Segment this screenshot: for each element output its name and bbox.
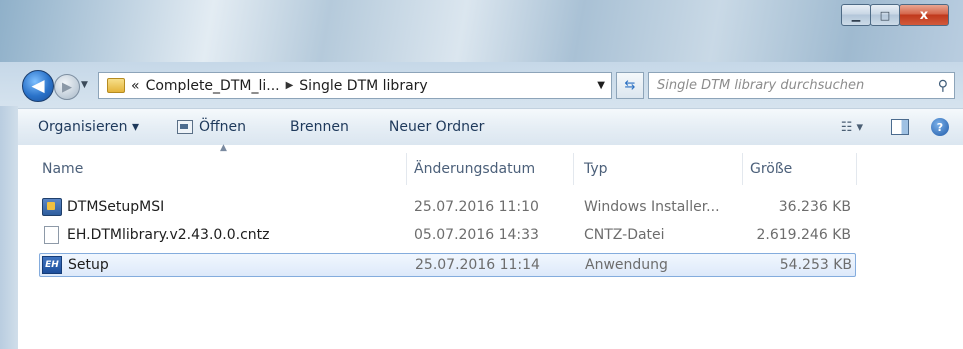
- arrow-right-icon: ▶: [62, 79, 72, 95]
- column-header-date[interactable]: Änderungsdatum: [414, 161, 535, 177]
- column-header-type[interactable]: Typ: [584, 161, 608, 177]
- search-input[interactable]: Single DTM library durchsuchen ⚲: [648, 72, 955, 99]
- organize-button[interactable]: Organisieren ▾: [38, 119, 139, 135]
- back-button[interactable]: ◀: [22, 70, 54, 102]
- file-icon: [44, 226, 59, 244]
- toolbar-right-group: ☷ ▾ ?: [841, 118, 963, 136]
- new-folder-button[interactable]: Neuer Ordner: [389, 119, 484, 135]
- column-header-size[interactable]: Größe: [750, 161, 792, 177]
- search-icon[interactable]: ⚲: [938, 78, 948, 94]
- open-button[interactable]: Öffnen: [176, 119, 246, 135]
- explorer-window: ▁ □ x ◀ ▶ ▼ « Complete_DTM_li... ▶ Singl…: [0, 0, 963, 349]
- help-icon[interactable]: ?: [931, 118, 949, 136]
- views-button[interactable]: ☷ ▾: [841, 120, 863, 135]
- command-bar: Organisieren ▾ Öffnen Brennen Neuer Ordn…: [18, 108, 963, 146]
- minimize-button[interactable]: ▁: [841, 4, 871, 26]
- address-dropdown-icon[interactable]: ▼: [597, 80, 605, 91]
- file-size: 36.236 KB: [778, 199, 851, 215]
- file-name: DTMSetupMSI: [67, 199, 165, 215]
- exe-icon: EH: [42, 256, 62, 274]
- column-divider[interactable]: [406, 153, 407, 185]
- file-type: Anwendung: [585, 257, 668, 273]
- file-row-dtmsetupmsi[interactable]: DTMSetupMSI 25.07.2016 11:10 Windows Ins…: [40, 196, 855, 218]
- file-date: 25.07.2016 11:14: [415, 257, 540, 273]
- folder-icon: [107, 78, 125, 93]
- forward-button[interactable]: ▶: [54, 74, 80, 100]
- breadcrumb-overflow[interactable]: «: [131, 78, 140, 94]
- file-name: EH.DTMlibrary.v2.43.0.0.cntz: [67, 227, 270, 243]
- address-bar[interactable]: « Complete_DTM_li... ▶ Single DTM librar…: [98, 72, 612, 99]
- column-header-row: ▲ Name Änderungsdatum Typ Größe: [18, 143, 963, 185]
- column-header-name[interactable]: Name: [42, 161, 83, 177]
- preview-pane-icon[interactable]: [891, 119, 909, 135]
- file-list: ▲ Name Änderungsdatum Typ Größe DTMSetup…: [18, 143, 963, 349]
- search-placeholder: Single DTM library durchsuchen: [657, 78, 865, 93]
- maximize-button[interactable]: □: [870, 4, 900, 26]
- arrow-left-icon: ◀: [31, 76, 45, 96]
- file-row-setup-selected[interactable]: EH Setup 25.07.2016 11:14 Anwendung 54.2…: [39, 253, 856, 277]
- window-frame-left: [0, 106, 18, 349]
- close-button[interactable]: x: [899, 4, 949, 26]
- breadcrumb-item-current[interactable]: Single DTM library: [299, 78, 427, 94]
- file-row-cntz[interactable]: EH.DTMlibrary.v2.43.0.0.cntz 05.07.2016 …: [40, 224, 855, 246]
- file-date: 25.07.2016 11:10: [414, 199, 539, 215]
- open-label: Öffnen: [198, 119, 246, 135]
- msi-icon: [42, 198, 62, 216]
- column-divider[interactable]: [742, 153, 743, 185]
- refresh-icon: ⇆: [624, 78, 636, 93]
- burn-button[interactable]: Brennen: [290, 119, 349, 135]
- refresh-button[interactable]: ⇆: [616, 72, 644, 99]
- open-icon: [176, 120, 193, 134]
- column-divider[interactable]: [573, 153, 574, 185]
- title-bar: [0, 0, 963, 62]
- column-divider[interactable]: [856, 153, 857, 185]
- file-size: 54.253 KB: [779, 257, 852, 273]
- file-date: 05.07.2016 14:33: [414, 227, 539, 243]
- file-size: 2.619.246 KB: [756, 227, 852, 243]
- file-type: CNTZ-Datei: [584, 227, 665, 243]
- file-type: Windows Installer...: [584, 199, 720, 215]
- file-name: Setup: [68, 257, 109, 273]
- breadcrumb-separator-icon[interactable]: ▶: [286, 80, 294, 91]
- sort-ascending-icon: ▲: [220, 143, 227, 153]
- history-dropdown-icon[interactable]: ▼: [81, 80, 88, 90]
- window-controls: ▁ □ x: [841, 4, 949, 26]
- breadcrumb-item-parent[interactable]: Complete_DTM_li...: [146, 78, 280, 94]
